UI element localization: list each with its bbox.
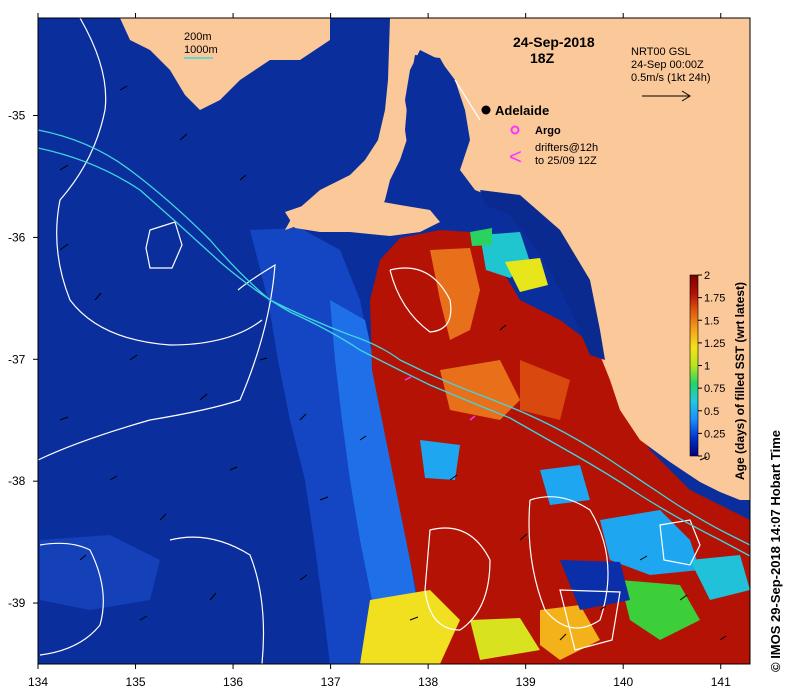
colorbar-tick-label: 1.25 — [704, 338, 725, 350]
legend-1000m: 1000m — [184, 44, 218, 56]
current-source-line-2: 24-Sep 00:00Z — [631, 59, 704, 71]
colorbar-tick-label: 0.5 — [704, 406, 719, 418]
colorbar-tick-label: 0 — [704, 451, 710, 463]
y-tick-label: -38 — [8, 474, 26, 488]
y-tick-label: -36 — [8, 230, 26, 244]
x-tick-label: 136 — [223, 675, 243, 689]
legend-200m: 200m — [184, 31, 212, 43]
colorbar-title: Age (days) of filled SST (wrt latest) — [733, 282, 747, 480]
colorbar-tick-label: 0.75 — [704, 383, 725, 395]
current-source-line-1: NRT00 GSL — [631, 46, 691, 58]
drifter-symbol: < — [509, 144, 522, 169]
map-time: 18Z — [530, 50, 555, 66]
colorbar-tick-label: 2 — [704, 270, 710, 282]
imos-credit: © IMOS 29-Sep-2018 14:07 Hobart Time — [768, 430, 783, 672]
colorbar-tick-label: 0.25 — [704, 428, 725, 440]
x-tick-label: 140 — [613, 675, 633, 689]
place-adelaide: Adelaide — [495, 103, 549, 118]
drifters-label-line-1: drifters@12h — [535, 142, 598, 154]
y-tick-label: -39 — [8, 596, 26, 610]
y-tick-label: -35 — [8, 109, 26, 123]
map-date: 24-Sep-2018 — [513, 34, 595, 50]
colorbar — [689, 274, 699, 457]
current-source-line-3: 0.5m/s (1kt 24h) — [631, 72, 710, 84]
x-tick-label: 141 — [711, 675, 731, 689]
y-tick-label: -37 — [8, 352, 26, 366]
y-axis: -35 -36 -37 -38 -39 — [8, 109, 38, 610]
x-tick-label: 139 — [516, 675, 536, 689]
map-field — [38, 18, 750, 664]
x-tick-label: 135 — [126, 675, 146, 689]
x-tick-label: 134 — [28, 675, 48, 689]
sst-age-map-figure: 200m 1000m 24-Sep-2018 18Z NRT00 GSL 24-… — [8, 13, 783, 689]
argo-label: Argo — [535, 125, 561, 137]
colorbar-tick-label: 1.75 — [704, 293, 725, 305]
drifters-label-line-2: to 25/09 12Z — [535, 155, 597, 167]
colorbar-tick-label: 1.5 — [704, 315, 719, 327]
x-tick-label: 137 — [321, 675, 341, 689]
colorbar-tick-label: 1 — [704, 361, 710, 373]
adelaide-marker — [481, 105, 491, 115]
sst-patch-0.5-days — [420, 440, 460, 480]
x-tick-label: 138 — [418, 675, 438, 689]
